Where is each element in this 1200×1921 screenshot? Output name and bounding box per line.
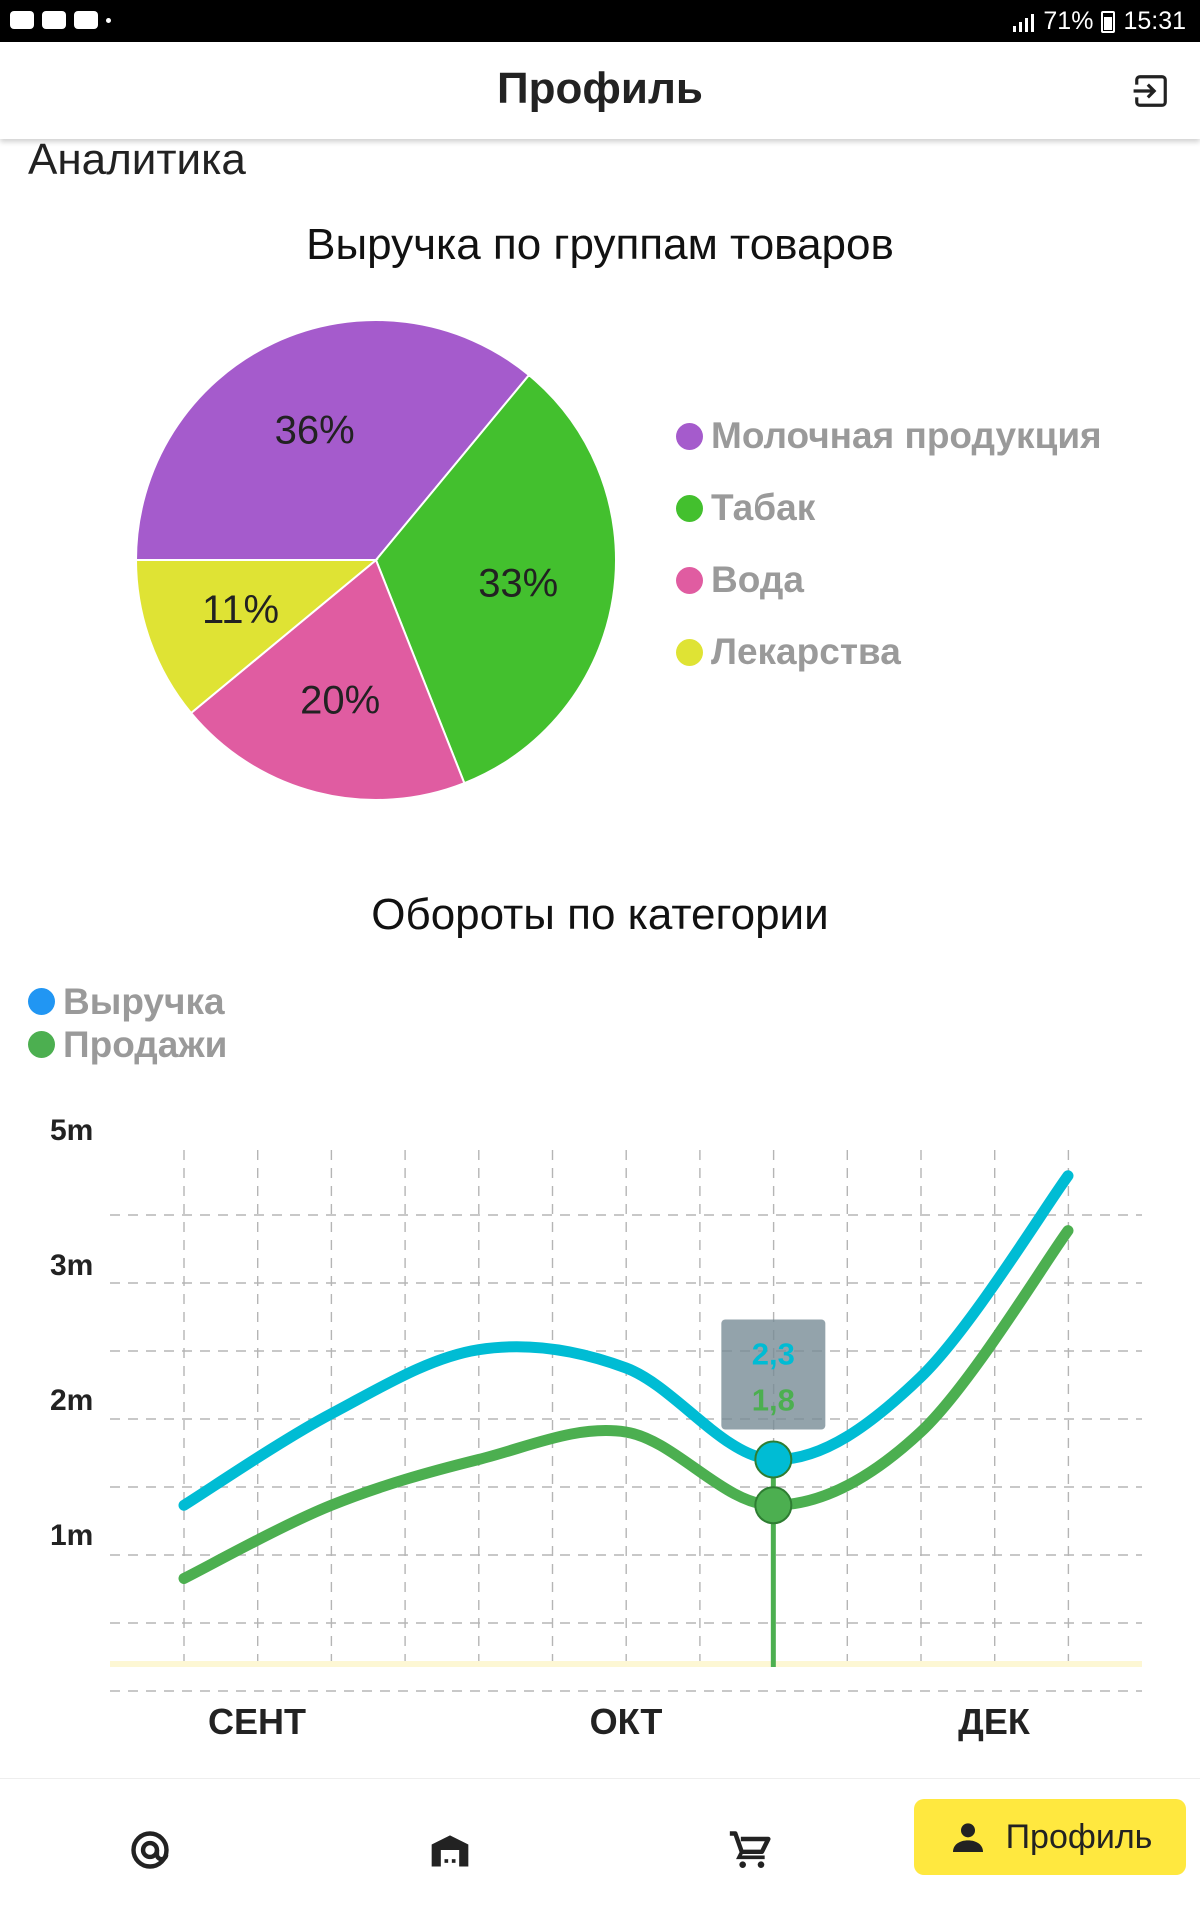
status-time: 15:31 bbox=[1123, 7, 1186, 35]
video-icon bbox=[42, 11, 66, 29]
legend-label: Лекарства bbox=[711, 631, 901, 672]
legend-item: Молочная продукция bbox=[676, 400, 1102, 472]
line-legend: Выручка Продажи bbox=[28, 980, 227, 1066]
legend-item: Табак bbox=[676, 472, 1102, 544]
legend-color-dot bbox=[28, 1031, 55, 1058]
notification-icons bbox=[10, 11, 111, 29]
nav-item-warehouse[interactable] bbox=[400, 1779, 500, 1921]
battery-percent: 71% bbox=[1043, 7, 1094, 35]
status-bar: 71% 15:31 bbox=[0, 0, 1200, 42]
youtube-icon bbox=[10, 11, 34, 29]
y-tick-label: 5m bbox=[50, 1114, 93, 1147]
line-chart[interactable]: 1m 2m 3m 5m СЕНТ ОКТ ДЕК 2,3 1,8 bbox=[0, 1080, 1200, 1760]
pie-legend: Молочная продукция Табак Вода Лекарства bbox=[676, 400, 1102, 688]
pie-chart-title: Выручка по группам товаров bbox=[306, 220, 894, 269]
y-tick-label: 3m bbox=[50, 1249, 93, 1282]
legend-label: Молочная продукция bbox=[711, 415, 1102, 456]
x-tick-label: ОКТ bbox=[590, 1701, 663, 1742]
tooltip-value: 2,3 bbox=[752, 1336, 795, 1371]
pie-slice-label: 20% bbox=[300, 678, 380, 722]
nav-profile-label: Профиль bbox=[1005, 1817, 1153, 1856]
dot-icon bbox=[106, 18, 111, 23]
battery-icon bbox=[1101, 10, 1116, 33]
cart-icon bbox=[729, 1831, 771, 1868]
app-bar: Профиль bbox=[0, 42, 1200, 139]
bottom-nav: Профиль bbox=[0, 1778, 1200, 1921]
legend-label: Выручка bbox=[63, 980, 225, 1022]
nav-item-profile[interactable]: Профиль bbox=[914, 1799, 1186, 1875]
legend-color-dot bbox=[676, 494, 703, 522]
pie-slice-label: 36% bbox=[275, 409, 355, 453]
legend-item: Выручка bbox=[28, 980, 227, 1023]
nav-item-cart[interactable] bbox=[700, 1779, 800, 1921]
logout-icon[interactable] bbox=[1132, 72, 1170, 110]
section-title: Аналитика bbox=[28, 135, 246, 184]
pie-slice-label: 33% bbox=[478, 562, 558, 606]
legend-color-dot bbox=[676, 422, 703, 450]
activity-icon bbox=[74, 11, 98, 29]
tooltip-value: 1,8 bbox=[752, 1382, 795, 1417]
page-title: Профиль bbox=[497, 64, 703, 113]
hover-point[interactable] bbox=[754, 1486, 793, 1525]
x-tick-label: ДЕК bbox=[958, 1701, 1031, 1742]
signal-icon bbox=[1013, 13, 1035, 32]
legend-color-dot bbox=[676, 638, 703, 666]
nav-item-mentions[interactable] bbox=[100, 1779, 200, 1921]
hover-point[interactable] bbox=[754, 1440, 793, 1479]
pie-slice-label: 11% bbox=[202, 588, 279, 632]
y-tick-label: 2m bbox=[50, 1384, 93, 1417]
at-sign-icon bbox=[131, 1831, 169, 1869]
x-tick-label: СЕНТ bbox=[208, 1701, 306, 1742]
legend-label: Вода bbox=[711, 559, 804, 600]
warehouse-icon bbox=[431, 1835, 469, 1867]
line-chart-title: Обороты по категории bbox=[371, 890, 829, 939]
person-icon bbox=[952, 1823, 983, 1852]
legend-item: Продажи bbox=[28, 1023, 227, 1066]
legend-label: Табак bbox=[711, 487, 816, 528]
legend-item: Лекарства bbox=[676, 616, 1102, 688]
y-tick-label: 1m bbox=[50, 1519, 93, 1552]
legend-label: Продажи bbox=[63, 1023, 228, 1065]
pie-chart: 36% 33% 20% 11% bbox=[134, 319, 617, 801]
legend-color-dot bbox=[28, 988, 55, 1015]
legend-color-dot bbox=[676, 566, 703, 594]
legend-item: Вода bbox=[676, 544, 1102, 616]
